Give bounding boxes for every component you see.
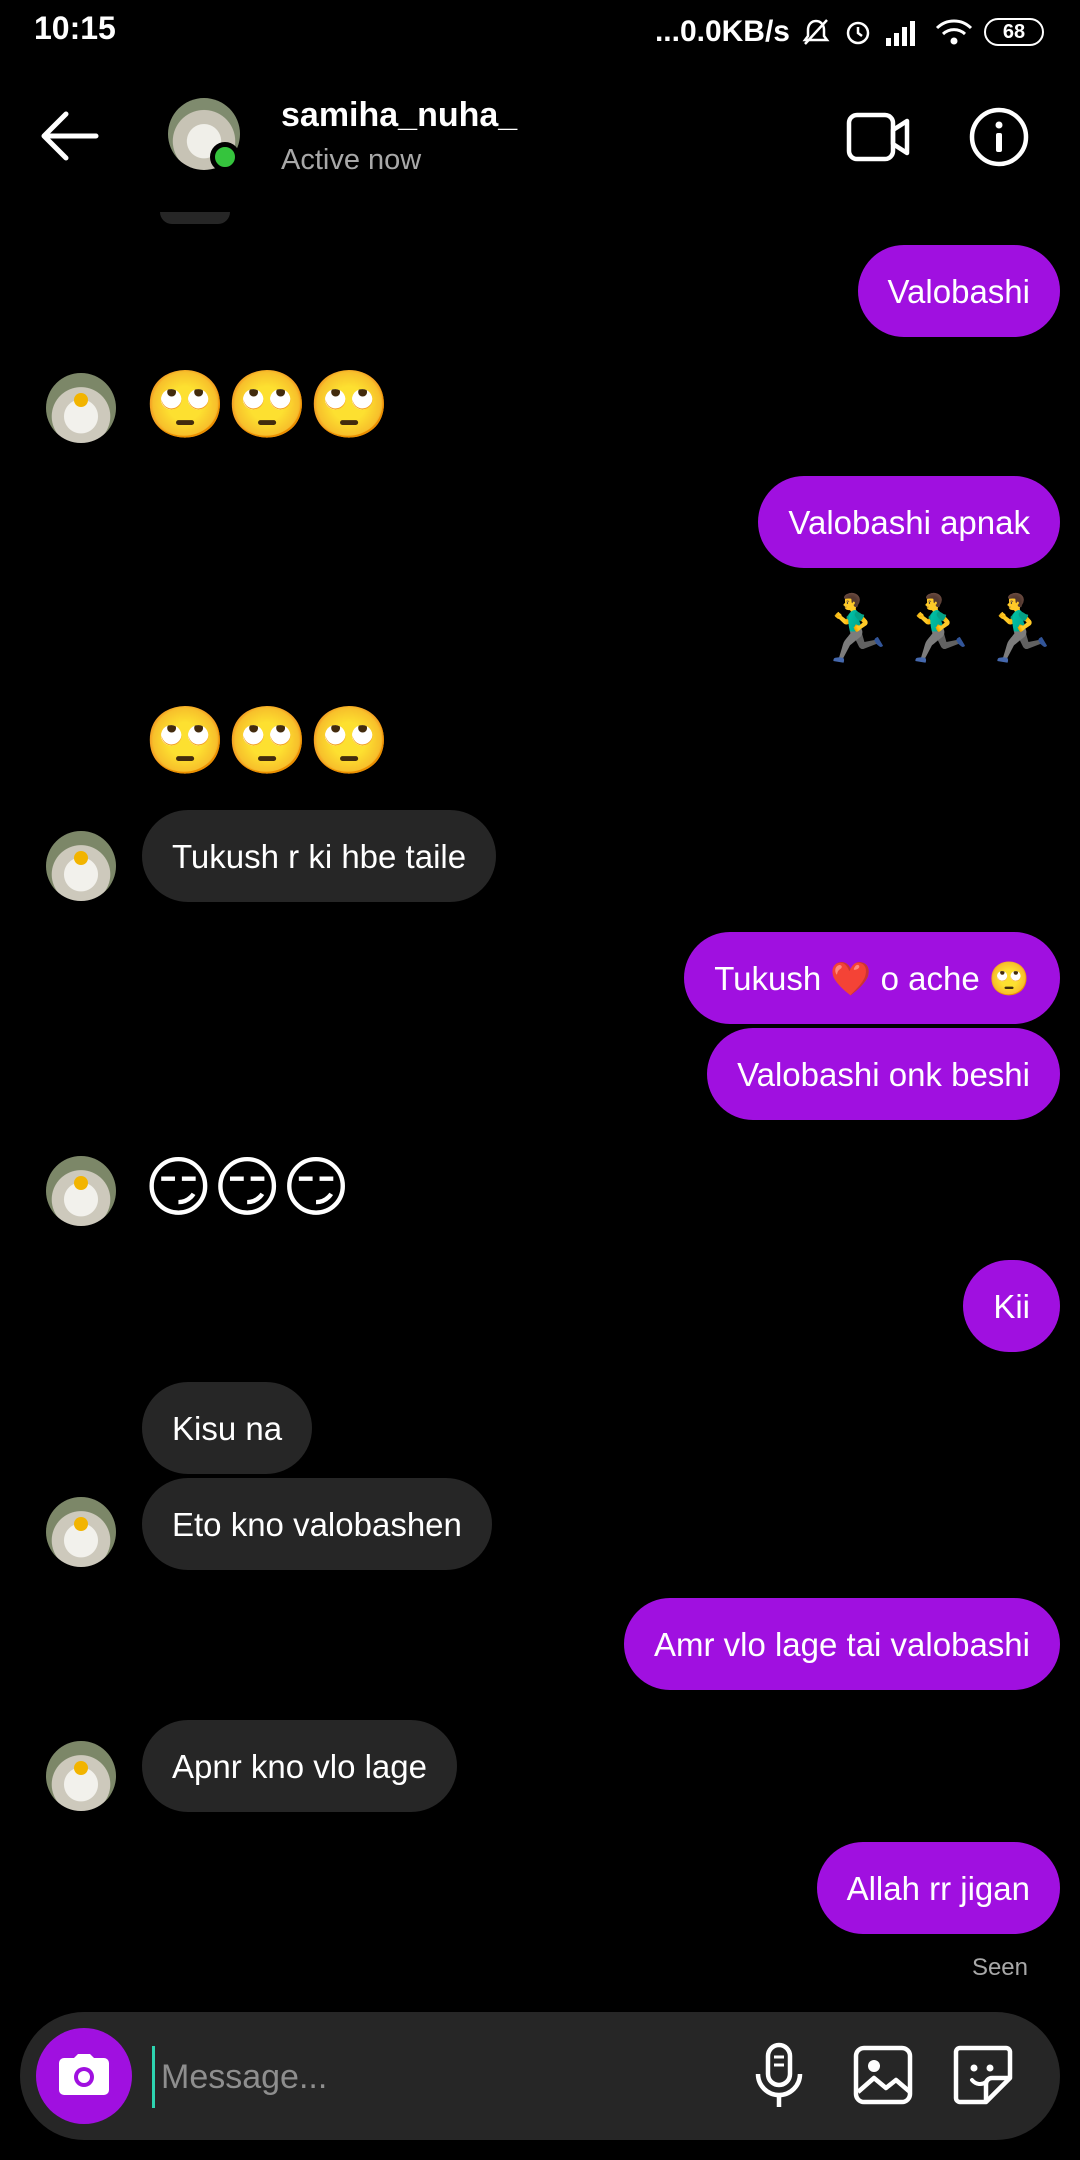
gallery-icon[interactable] [852, 2044, 914, 2106]
received-message[interactable]: Kisu na [142, 1382, 313, 1474]
camera-button[interactable] [36, 2028, 132, 2124]
received-emoji-message[interactable]: 🙄🙄🙄 [144, 707, 391, 773]
contact-avatar-small [46, 831, 116, 901]
signal-icon [886, 21, 915, 46]
message-bubble-cutoff [160, 212, 230, 224]
status-bar: 10:15 ...0.0KB/s 68 [0, 0, 1080, 62]
contact-avatar-small [46, 1497, 116, 1567]
microphone-icon[interactable] [750, 2042, 808, 2110]
received-message[interactable]: Tukush r ki hbe taile [142, 810, 497, 902]
status-icons: ...0.0KB/s 68 [655, 10, 1044, 54]
sent-emoji-message[interactable]: 🏃‍♂️🏃‍♂️🏃‍♂️ [813, 595, 1060, 661]
mute-bell-icon [802, 19, 830, 45]
status-time: 10:15 [34, 10, 116, 46]
message-composer [20, 2012, 1060, 2140]
network-speed: ...0.0KB/s [654, 15, 790, 48]
message-input[interactable] [152, 2046, 723, 2108]
sent-message[interactable]: Allah rr jigan [816, 1842, 1060, 1934]
battery-indicator: 68 [984, 18, 1044, 46]
contact-avatar-small [46, 1156, 116, 1226]
sent-message[interactable]: Valobashi apnak [758, 476, 1060, 568]
wifi-icon [935, 19, 973, 45]
message-thread[interactable]: Valobashi 🙄🙄🙄 Valobashi apnak 🏃‍♂️🏃‍♂️🏃‍… [0, 212, 1080, 2002]
received-emoji-message[interactable]: 🙄🙄🙄 [144, 371, 391, 437]
received-emoji-message[interactable]: 😏😏😏 [144, 1154, 350, 1220]
contact-active-status: Active now [281, 144, 422, 176]
received-message[interactable]: Eto kno valobashen [142, 1478, 492, 1570]
video-call-icon[interactable] [846, 110, 910, 164]
sent-message[interactable]: Kii [963, 1260, 1060, 1352]
sent-message[interactable]: Tukush ❤️ o ache 🙄 [684, 932, 1060, 1024]
sticker-icon[interactable] [952, 2044, 1014, 2106]
contact-avatar-small [46, 373, 116, 443]
contact-avatar-small [46, 1741, 116, 1811]
sent-message[interactable]: Valobashi [857, 245, 1060, 337]
online-indicator [210, 142, 240, 172]
received-message[interactable]: Apnr kno vlo lage [142, 1720, 457, 1812]
alarm-icon [846, 21, 870, 45]
contact-username[interactable]: samiha_nuha_ [281, 96, 517, 135]
sent-message[interactable]: Amr vlo lage tai valobashi [623, 1598, 1060, 1690]
chat-header: samiha_nuha_ Active now [0, 62, 1080, 212]
seen-receipt: Seen [971, 1954, 1028, 1981]
sent-message[interactable]: Valobashi onk beshi [707, 1028, 1060, 1120]
info-icon[interactable] [968, 106, 1030, 168]
back-arrow-icon[interactable] [36, 106, 106, 166]
camera-icon [59, 2054, 109, 2095]
